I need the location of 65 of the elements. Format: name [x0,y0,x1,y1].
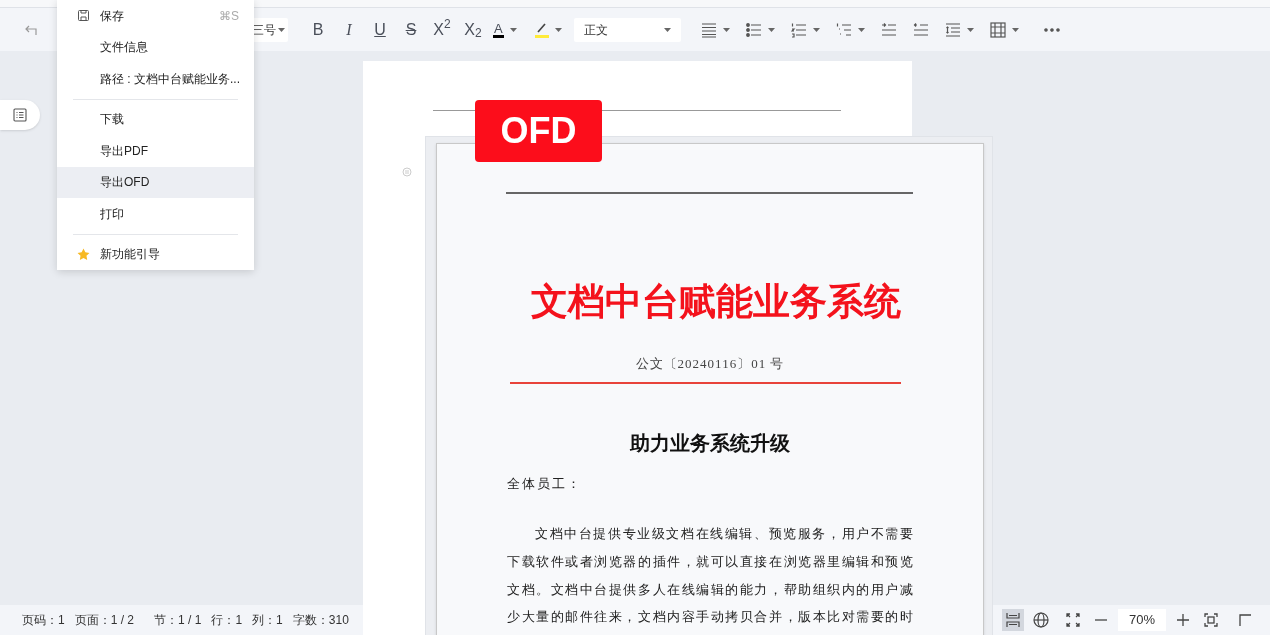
multilevel-list-icon [835,21,852,38]
menu-item[interactable]: 路径 : 文档中台赋能业务... [57,63,254,95]
document-number: 公文〔20240116〕01 号 [634,355,786,373]
align-justify-icon [700,21,717,38]
fit-icon [1204,613,1218,627]
caret-icon [554,27,562,32]
font-color-button[interactable]: A [493,17,517,42]
status-text: 行：1 [211,612,243,629]
caret-icon [722,27,730,32]
caret-icon [767,27,775,32]
caret-icon [509,27,517,32]
bullet-list-icon [745,21,762,38]
table-icon [989,21,1006,38]
status-text: 节：1 / 1 [154,612,202,629]
page-layout-icon [1005,612,1021,628]
zoom-field[interactable]: 70% [1118,609,1166,631]
expand-icon [1066,613,1080,627]
comment-icon [402,167,412,177]
line-spacing-icon [944,21,961,38]
menu-item[interactable]: 打印 [57,198,254,230]
status-text: 字数：310 [292,612,349,629]
star-icon [77,247,90,261]
shortcut-label: ⌘S [219,7,239,25]
italic-button[interactable]: I [337,17,361,42]
globe-icon [1033,612,1049,628]
paragraph-line: 下载软件或者浏览器的插件，就可以直接在浏览器里编辑和预览 [507,552,913,571]
sup-button[interactable]: X$^{2}$ [430,17,454,42]
print-layout-view-button[interactable] [1002,609,1024,631]
style-dropdown[interactable]: 正文 [573,17,681,42]
status-text: 列：1 [252,612,283,629]
paragraph-line: 少大量的邮件往来，文档内容手动拷贝合并，版本比对需要的时 [507,608,913,627]
more-icon [1043,27,1060,32]
list-icon [13,108,27,122]
caret-icon [1011,27,1019,32]
outdent-icon [912,21,929,38]
caret-icon [277,27,285,32]
ofd-badge: OFD [475,100,602,162]
outline-tab[interactable] [0,100,40,130]
bold-button[interactable]: B [306,17,330,42]
menu-item[interactable]: 保存 ⌘S [57,0,254,32]
caret-icon [966,27,974,32]
web-layout-view-button[interactable] [1030,609,1052,631]
paragraph-line: 文档中台提供专业级文档在线编辑、预览服务，用户不需要 [535,525,913,543]
numbered-list-icon [790,21,807,38]
document-heading: 助力业务系统升级 [629,430,791,457]
underline-button[interactable]: U [368,17,392,42]
document-title: 文档中台赋能业务系统 [530,278,902,324]
strike-button[interactable]: S [399,17,423,42]
caret-icon [812,27,820,32]
caret-icon [663,27,671,32]
status-text: 页码：1 [22,612,65,629]
corner-icon [1238,613,1252,627]
status-text: 页面：1 / 2 [74,612,135,629]
menu-item[interactable]: 文件信息 [57,31,254,63]
salutation-text: 全体员工： [507,475,582,493]
paragraph-line: 文档。文档中台提供多人在线编辑的能力，帮助组织内的用户减 [507,580,913,599]
save-icon [78,10,89,22]
menu-item[interactable]: 导出OFD [57,166,254,198]
sub-button[interactable]: X$_{2}$ [461,17,485,42]
plus-icon [1176,613,1190,627]
menu-item[interactable]: 导出PDF [57,135,254,167]
menu-item[interactable]: 新功能引导 [57,238,254,270]
menu-item[interactable]: 下载 [57,103,254,135]
indent-icon [880,21,897,38]
caret-icon [857,27,865,32]
